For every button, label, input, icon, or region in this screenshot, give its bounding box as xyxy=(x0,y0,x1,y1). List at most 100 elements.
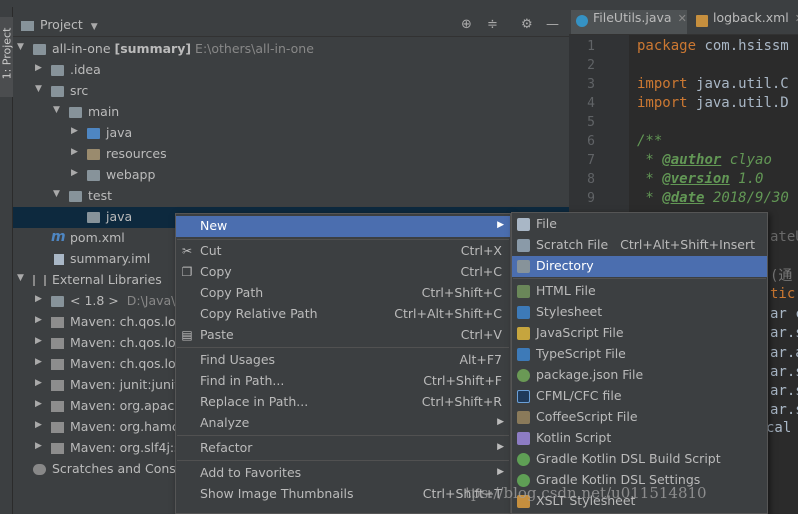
close-icon[interactable]: ✕ xyxy=(678,12,687,25)
submenu-item-coffeescript[interactable]: CoffeeScript File xyxy=(512,407,767,428)
expand-arrow-icon[interactable]: ▼ xyxy=(53,189,63,199)
tree-label: java xyxy=(106,125,133,140)
code-line[interactable]: /** xyxy=(637,133,662,149)
menu-item-copy-path[interactable]: Copy Path Ctrl+Shift+C xyxy=(176,283,510,304)
ts-file-icon xyxy=(517,348,530,361)
library-jar-icon xyxy=(51,380,64,391)
collapsed-arrow-icon[interactable]: ▶ xyxy=(35,63,45,73)
hide-icon[interactable]: — xyxy=(546,17,559,32)
gear-icon[interactable]: ⚙ xyxy=(521,17,533,32)
tree-node-src[interactable]: ▼ src xyxy=(13,81,569,102)
nodejs-icon xyxy=(517,369,530,382)
tree-node-idea[interactable]: ▶ .idea xyxy=(13,60,569,81)
menu-separator xyxy=(177,347,509,348)
tree-node-webapp[interactable]: ▶ webapp xyxy=(13,165,569,186)
tree-node-root[interactable]: ▼ all-in-one [summary] E:\others\all-in-… xyxy=(13,39,569,60)
menu-item-refactor[interactable]: Refactor ▶ xyxy=(176,438,510,459)
expand-arrow-icon[interactable]: ▼ xyxy=(35,84,45,94)
submenu-item-kotlin-script[interactable]: Kotlin Script xyxy=(512,428,767,449)
resources-folder-icon xyxy=(87,149,100,160)
menu-item-add-to-favorites[interactable]: Add to Favorites ▶ xyxy=(176,463,510,484)
tree-label: main xyxy=(88,104,120,119)
collapsed-arrow-icon[interactable]: ▶ xyxy=(35,399,45,409)
left-tool-strip: 1: Project xyxy=(0,7,14,514)
project-tool-tab[interactable]: 1: Project xyxy=(0,17,14,97)
tree-label: webapp xyxy=(106,167,156,182)
cfml-icon xyxy=(517,390,530,403)
js-file-icon xyxy=(517,327,530,340)
code-line[interactable]: import java.util.C xyxy=(637,76,789,92)
submenu-item-cfml[interactable]: CFML/CFC file xyxy=(512,386,767,407)
module-folder-icon xyxy=(33,44,46,55)
code-line[interactable]: package com.hsissm xyxy=(637,38,789,54)
menu-item-show-image-thumbnails[interactable]: Show Image Thumbnails Ctrl+Shift+T xyxy=(176,484,510,505)
maven-icon: m xyxy=(51,229,66,245)
code-line[interactable]: import java.util.D xyxy=(637,95,789,111)
menu-item-copy[interactable]: ❐ Copy Ctrl+C xyxy=(176,262,510,283)
submenu-item-scratch-file[interactable]: Scratch File Ctrl+Alt+Shift+Insert xyxy=(512,235,767,256)
code-line[interactable]: * @date 2018/9/30 xyxy=(637,190,788,206)
expand-arrow-icon[interactable]: ▼ xyxy=(53,105,63,115)
context-menu: New ▶ ✂ Cut Ctrl+X ❐ Copy Ctrl+C Copy Path Ctr… xyxy=(175,213,511,514)
expand-arrow-icon[interactable]: ▼ xyxy=(17,42,27,52)
menu-item-replace-in-path[interactable]: Replace in Path... Ctrl+Shift+R xyxy=(176,392,510,413)
folder-icon xyxy=(517,260,530,273)
line-number: 2 xyxy=(587,58,595,73)
submenu-item-html-file[interactable]: HTML File xyxy=(512,281,767,302)
folder-icon xyxy=(51,86,64,97)
collapsed-arrow-icon[interactable]: ▶ xyxy=(71,147,81,157)
tree-label: java xyxy=(106,209,133,224)
expand-arrow-icon[interactable]: ▼ xyxy=(17,273,27,283)
menu-item-new[interactable]: New ▶ xyxy=(176,216,510,237)
collapsed-arrow-icon[interactable]: ▶ xyxy=(35,420,45,430)
code-fragment: tic xyxy=(770,286,796,302)
project-view-selector[interactable]: Project ▼ xyxy=(21,17,98,32)
collapsed-arrow-icon[interactable]: ▶ xyxy=(35,378,45,388)
collapsed-arrow-icon[interactable]: ▶ xyxy=(35,336,45,346)
collapsed-arrow-icon[interactable]: ▶ xyxy=(71,126,81,136)
submenu-item-javascript-file[interactable]: JavaScript File xyxy=(512,323,767,344)
java-class-icon xyxy=(576,15,588,27)
collapsed-arrow-icon[interactable]: ▶ xyxy=(35,294,45,304)
submenu-item-gradle-build[interactable]: Gradle Kotlin DSL Build Script xyxy=(512,449,767,470)
menu-item-copy-relative-path[interactable]: Copy Relative Path Ctrl+Alt+Shift+C xyxy=(176,304,510,325)
collapsed-arrow-icon[interactable]: ▶ xyxy=(35,357,45,367)
copy-icon: ❐ xyxy=(181,265,193,279)
tree-label: Scratches and Conso xyxy=(52,461,184,476)
code-fragment: ar.s xyxy=(770,325,798,341)
submenu-item-typescript-file[interactable]: TypeScript File xyxy=(512,344,767,365)
submenu-arrow-icon: ▶ xyxy=(497,442,504,452)
tree-node-resources[interactable]: ▶ resources xyxy=(13,144,569,165)
target-icon[interactable]: ⊕ xyxy=(461,17,472,32)
collapsed-arrow-icon[interactable]: ▶ xyxy=(71,168,81,178)
tree-node-test[interactable]: ▼ test xyxy=(13,186,569,207)
submenu-item-file[interactable]: File xyxy=(512,214,767,235)
tab-logback[interactable]: logback.xml✕ xyxy=(691,10,798,34)
menu-item-analyze[interactable]: Analyze ▶ xyxy=(176,413,510,434)
submenu-item-stylesheet[interactable]: Stylesheet xyxy=(512,302,767,323)
menu-item-paste[interactable]: ▤ Paste Ctrl+V xyxy=(176,325,510,346)
tab-fileutils[interactable]: FileUtils.java ✕ xyxy=(571,10,687,34)
code-line[interactable]: * @version 1.0 xyxy=(637,171,763,187)
folder-icon xyxy=(69,191,82,202)
tree-node-java-main[interactable]: ▶ java xyxy=(13,123,569,144)
code-line[interactable]: * @author clyao xyxy=(637,152,771,168)
collapse-all-icon[interactable]: ≑ xyxy=(487,17,498,32)
menu-item-find-in-path[interactable]: Find in Path... Ctrl+Shift+F xyxy=(176,371,510,392)
submenu-item-directory[interactable]: Directory xyxy=(512,256,767,277)
menu-item-cut[interactable]: ✂ Cut Ctrl+X xyxy=(176,241,510,262)
menu-separator xyxy=(177,435,509,436)
tab-label: FileUtils.java xyxy=(593,10,672,25)
submenu-item-package-json[interactable]: package.json File xyxy=(512,365,767,386)
collapsed-arrow-icon[interactable]: ▶ xyxy=(35,315,45,325)
tree-node-main[interactable]: ▼ main xyxy=(13,102,569,123)
submenu-arrow-icon: ▶ xyxy=(497,467,504,477)
tree-label: Maven: ch.qos.log xyxy=(70,335,184,350)
collapsed-arrow-icon[interactable]: ▶ xyxy=(35,441,45,451)
line-number: 5 xyxy=(587,115,595,130)
menu-separator xyxy=(177,460,509,461)
panel-header: Project ▼ ⊕ ≑ ⚙ — xyxy=(13,14,569,37)
menu-item-find-usages[interactable]: Find Usages Alt+F7 xyxy=(176,350,510,371)
tree-label: summary.iml xyxy=(70,251,151,266)
root-path: E:\others\all-in-one xyxy=(195,41,314,56)
